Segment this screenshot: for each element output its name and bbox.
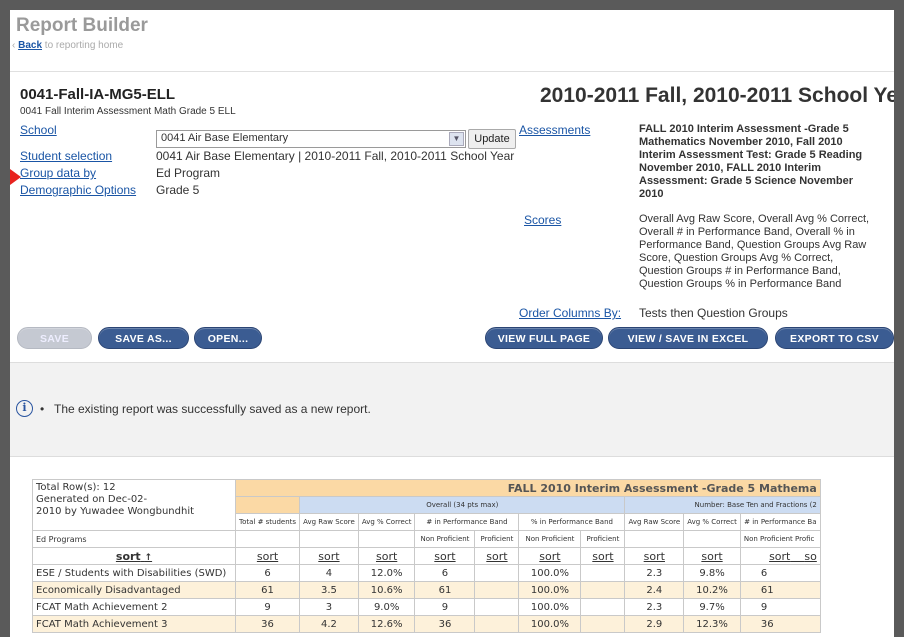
- group-data-by-value: Ed Program: [156, 166, 221, 180]
- report-name: 0041-Fall-IA-MG5-ELL: [20, 86, 176, 103]
- breadcrumb: ‹ Back to reporting home: [12, 40, 124, 51]
- table-row: ESE / Students with Disabilities (SWD) 6…: [32, 564, 821, 582]
- order-columns-link[interactable]: Order Columns By:: [519, 306, 621, 320]
- sort-link[interactable]: sort: [580, 547, 626, 565]
- col-avg-raw-2: Avg Raw Score: [624, 513, 685, 531]
- info-message-box: i • The existing report was successfully…: [10, 362, 894, 457]
- back-link[interactable]: Back: [18, 40, 42, 51]
- col-avg-raw: Avg Raw Score: [299, 513, 359, 531]
- save-as-button[interactable]: SAVE AS...: [98, 327, 189, 349]
- open-button[interactable]: OPEN...: [194, 327, 262, 349]
- page-header: Report Builder ‹ Back to reporting home: [10, 10, 894, 72]
- report-builder-page: Report Builder ‹ Back to reporting home …: [10, 10, 894, 637]
- col-pct-band: % in Performance Band: [518, 513, 626, 531]
- order-columns-value: Tests then Question Groups: [639, 306, 788, 320]
- table-row: Economically Disadvantaged 61 3.5 10.6% …: [32, 581, 821, 599]
- sort-arrow-icon: ↑: [144, 552, 153, 563]
- sort-link[interactable]: sort so: [739, 547, 821, 565]
- sort-link[interactable]: sort: [234, 547, 301, 565]
- sort-link[interactable]: sort: [624, 547, 685, 565]
- view-save-excel-button[interactable]: VIEW / SAVE IN EXCEL: [608, 327, 768, 349]
- school-link[interactable]: School: [20, 123, 57, 137]
- sort-link[interactable]: sort: [683, 547, 741, 565]
- sort-link-main[interactable]: sort ↑: [32, 547, 236, 565]
- report-description: 0041 Fall Interim Assessment Math Grade …: [20, 106, 236, 117]
- col-avg-pct-2: Avg % Correct: [683, 513, 741, 531]
- group-data-by-link[interactable]: Group data by: [20, 166, 96, 180]
- overall-header: Overall (34 pts max): [299, 496, 626, 514]
- assessments-link[interactable]: Assessments: [519, 123, 590, 137]
- school-select[interactable]: 0041 Air Base Elementary ▼: [156, 130, 466, 148]
- school-year-title: 2010-2011 Fall, 2010-2011 School Year: [540, 84, 894, 107]
- chevron-down-icon[interactable]: ▼: [449, 132, 464, 146]
- scores-link[interactable]: Scores: [524, 213, 561, 227]
- table-row: FCAT Math Achievement 3 36 4.2 12.6% 36 …: [32, 615, 821, 633]
- table-meta: Total Row(s): 12 Generated on Dec-02- 20…: [32, 479, 236, 531]
- col-n-band: # in Performance Band: [414, 513, 520, 531]
- col-total: Total # students: [234, 513, 301, 531]
- bullet: •: [40, 402, 45, 416]
- page-title: Report Builder: [16, 15, 148, 36]
- update-button[interactable]: Update: [468, 129, 516, 149]
- pointer-arrow-icon: [10, 169, 21, 185]
- save-button[interactable]: SAVE: [17, 327, 92, 349]
- view-full-page-button[interactable]: VIEW FULL PAGE: [485, 327, 603, 349]
- demographic-options-link[interactable]: Demographic Options: [20, 183, 136, 197]
- sort-link[interactable]: sort: [299, 547, 359, 565]
- assessment-banner: FALL 2010 Interim Assessment -Grade 5 Ma…: [235, 479, 821, 497]
- demographic-options-value: Grade 5: [156, 183, 200, 197]
- sort-link[interactable]: sort: [518, 547, 582, 565]
- col-n-band-2: # in Performance Ba: [739, 513, 821, 531]
- student-selection-link[interactable]: Student selection: [20, 149, 112, 163]
- assessments-value: FALL 2010 Interim Assessment -Grade 5 Ma…: [639, 123, 863, 200]
- sort-link[interactable]: sort: [357, 547, 416, 565]
- col-avg-pct: Avg % Correct: [357, 513, 416, 531]
- group-label: Ed Programs: [32, 530, 236, 548]
- sort-link[interactable]: sort: [474, 547, 520, 565]
- back-link-suffix: to reporting home: [44, 40, 124, 51]
- table-row: FCAT Math Achievement 2 9 3 9.0% 9 100.0…: [32, 598, 821, 616]
- school-select-value: 0041 Air Base Elementary: [161, 132, 289, 144]
- export-csv-button[interactable]: EXPORT TO CSV: [775, 327, 894, 349]
- student-selection-value: 0041 Air Base Elementary | 2010-2011 Fal…: [156, 149, 515, 163]
- report-table: Total Row(s): 12 Generated on Dec-02- 20…: [32, 479, 821, 633]
- number-header: Number: Base Ten and Fractions (2: [624, 496, 821, 514]
- info-message-text: The existing report was successfully sav…: [54, 402, 371, 416]
- info-icon: i: [16, 400, 33, 417]
- scores-value: Overall Avg Raw Score, Overall Avg % Cor…: [639, 213, 870, 290]
- sort-link[interactable]: sort: [414, 547, 476, 565]
